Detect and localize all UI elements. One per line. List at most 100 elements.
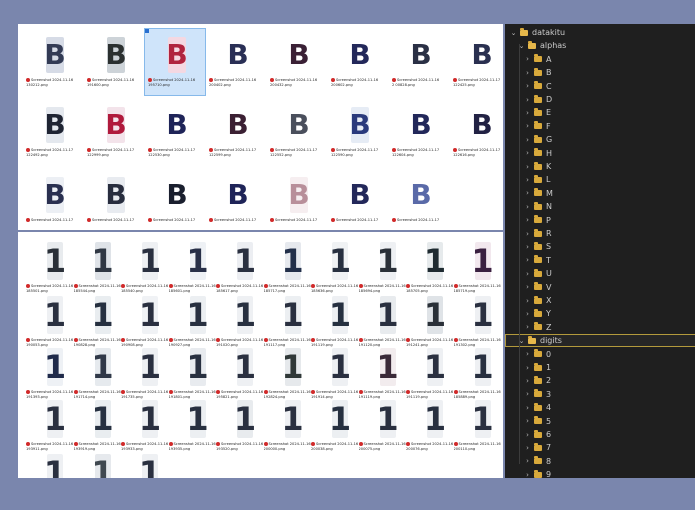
- caption-line-1: Screenshot 2024-11-16: [268, 390, 311, 394]
- tree-item-alpha-K[interactable]: › K: [505, 160, 695, 173]
- thumbnail-image: 1: [458, 346, 504, 388]
- chevron-right-icon[interactable]: ›: [523, 270, 532, 278]
- folder-label: M: [546, 188, 553, 198]
- tree-item-digit-2[interactable]: › 2: [505, 374, 695, 387]
- tree-item-alpha-Y[interactable]: › Y: [505, 307, 695, 320]
- tree-item-alpha-U[interactable]: › U: [505, 267, 695, 280]
- folder-label: B: [546, 68, 552, 78]
- chevron-right-icon[interactable]: ›: [523, 431, 532, 439]
- chevron-right-icon[interactable]: ›: [523, 404, 532, 412]
- folder-icon: [534, 456, 542, 465]
- tree-item-alpha-E[interactable]: › E: [505, 106, 695, 119]
- chevron-right-icon[interactable]: ›: [523, 283, 532, 291]
- character-glyph: B: [471, 37, 493, 73]
- chevron-right-icon[interactable]: ›: [523, 69, 532, 77]
- thumbnail-image: 1: [410, 294, 460, 336]
- tree-item-alpha-L[interactable]: › L: [505, 173, 695, 186]
- tree-item-alpha-Z[interactable]: › Z: [505, 321, 695, 334]
- character-glyph: 1: [328, 242, 352, 280]
- caption-line-1: Screenshot 2024-11-17: [336, 218, 379, 222]
- chevron-right-icon[interactable]: ›: [523, 216, 532, 224]
- tree-item-alpha-B[interactable]: › B: [505, 66, 695, 79]
- tree-item-alpha-G[interactable]: › G: [505, 133, 695, 146]
- tree-item-digit-0[interactable]: › 0: [505, 348, 695, 361]
- tree-item-alphas[interactable]: ⌄ alphas: [505, 39, 695, 52]
- thumbnail-caption: Screenshot 2024-11-16 200432.png: [270, 78, 330, 87]
- chevron-right-icon[interactable]: ›: [523, 256, 532, 264]
- caption-line-1: Screenshot 2024-11-16: [316, 390, 359, 394]
- chevron-right-icon[interactable]: ›: [523, 55, 532, 63]
- chevron-right-icon[interactable]: ›: [523, 163, 532, 171]
- tree-item-digit-1[interactable]: › 1: [505, 361, 695, 374]
- chevron-right-icon[interactable]: ›: [523, 310, 532, 318]
- chevron-right-icon[interactable]: ›: [523, 297, 532, 305]
- chevron-right-icon[interactable]: ›: [523, 96, 532, 104]
- sync-error-icon: [216, 284, 220, 288]
- tree-item-alpha-M[interactable]: › M: [505, 187, 695, 200]
- thumbnail-image: 1: [125, 452, 175, 478]
- folder-label: K: [546, 162, 552, 171]
- tree-item-alpha-H[interactable]: › H: [505, 147, 695, 160]
- sync-error-icon: [453, 390, 458, 394]
- tree-item-digit-3[interactable]: › 3: [505, 388, 695, 401]
- chevron-right-icon[interactable]: ›: [523, 82, 532, 90]
- character-glyph: 1: [233, 348, 257, 386]
- character-glyph: 1: [328, 400, 352, 438]
- chevron-right-icon[interactable]: ›: [523, 189, 532, 197]
- folder-label: alphas: [540, 41, 567, 51]
- tree-item-alpha-F[interactable]: › F: [505, 120, 695, 133]
- tree-item-alpha-A[interactable]: › A: [505, 53, 695, 66]
- thumbnail-image: 1: [458, 398, 504, 440]
- chevron-right-icon[interactable]: ›: [523, 149, 532, 157]
- caption-line-2: 185540.png: [121, 288, 143, 293]
- chevron-right-icon[interactable]: ›: [523, 230, 532, 238]
- thumbnail-caption: Screenshot 2024-11-16 191600.png: [87, 78, 147, 87]
- tree-item-alpha-V[interactable]: › V: [505, 281, 695, 294]
- chevron-down-icon[interactable]: ⌄: [509, 29, 518, 37]
- tree-item-alpha-S[interactable]: › S: [505, 240, 695, 253]
- top-thumbnail-pane[interactable]: B Screenshot 2024-11-16 130212.png B Screens…: [18, 24, 503, 230]
- tree-item-alpha-X[interactable]: › X: [505, 294, 695, 307]
- chevron-right-icon[interactable]: ›: [523, 364, 532, 372]
- caption-line-2: 185636.png: [311, 288, 333, 293]
- tree-item-digit-5[interactable]: › 5: [505, 415, 695, 428]
- tree-item-digit-6[interactable]: › 6: [505, 428, 695, 441]
- chevron-right-icon[interactable]: ›: [523, 323, 532, 331]
- folder-icon: [534, 67, 542, 76]
- tree-item-digit-4[interactable]: › 4: [505, 401, 695, 414]
- character-glyph: 1: [91, 400, 114, 438]
- character-glyph: 1: [91, 296, 114, 334]
- character-glyph: B: [288, 177, 310, 213]
- tree-item-digit-9[interactable]: › 9: [505, 468, 695, 481]
- chevron-right-icon[interactable]: ›: [523, 203, 532, 211]
- chevron-right-icon[interactable]: ›: [523, 457, 532, 465]
- tree-item-digits[interactable]: ⌄ digits: [505, 334, 695, 348]
- caption-line-1: Screenshot 2024-11-17: [92, 148, 135, 152]
- tree-item-alpha-C[interactable]: › C: [505, 80, 695, 93]
- chevron-right-icon[interactable]: ›: [523, 136, 532, 144]
- chevron-right-icon[interactable]: ›: [523, 471, 532, 479]
- chevron-right-icon[interactable]: ›: [523, 444, 532, 452]
- tree-item-alpha-R[interactable]: › R: [505, 227, 695, 240]
- tree-item-digit-8[interactable]: › 8: [505, 455, 695, 468]
- selection-checkbox[interactable]: [145, 29, 149, 33]
- tree-item-alpha-P[interactable]: › P: [505, 214, 695, 227]
- chevron-right-icon[interactable]: ›: [523, 377, 532, 385]
- chevron-right-icon[interactable]: ›: [523, 109, 532, 117]
- chevron-right-icon[interactable]: ›: [523, 390, 532, 398]
- character-glyph: B: [44, 37, 66, 73]
- chevron-right-icon[interactable]: ›: [523, 417, 532, 425]
- chevron-right-icon[interactable]: ›: [523, 122, 532, 130]
- character-glyph: 1: [186, 348, 209, 386]
- chevron-right-icon[interactable]: ›: [523, 350, 532, 358]
- caption-line-1: Screenshot 2024-11-17: [214, 218, 257, 222]
- tree-item-datakitu[interactable]: ⌄ datakitu: [505, 26, 695, 39]
- chevron-right-icon[interactable]: ›: [523, 243, 532, 251]
- tree-item-alpha-D[interactable]: › D: [505, 93, 695, 106]
- tree-item-alpha-N[interactable]: › N: [505, 200, 695, 213]
- bottom-thumbnail-pane[interactable]: 1 Screenshot 2024-11-16 185501.png 1 Screens…: [18, 232, 503, 478]
- tree-item-digit-7[interactable]: › 7: [505, 441, 695, 454]
- tree-item-alpha-T[interactable]: › T: [505, 254, 695, 267]
- chevron-right-icon[interactable]: ›: [523, 176, 532, 184]
- caption-line-2: 122425.png: [453, 82, 475, 87]
